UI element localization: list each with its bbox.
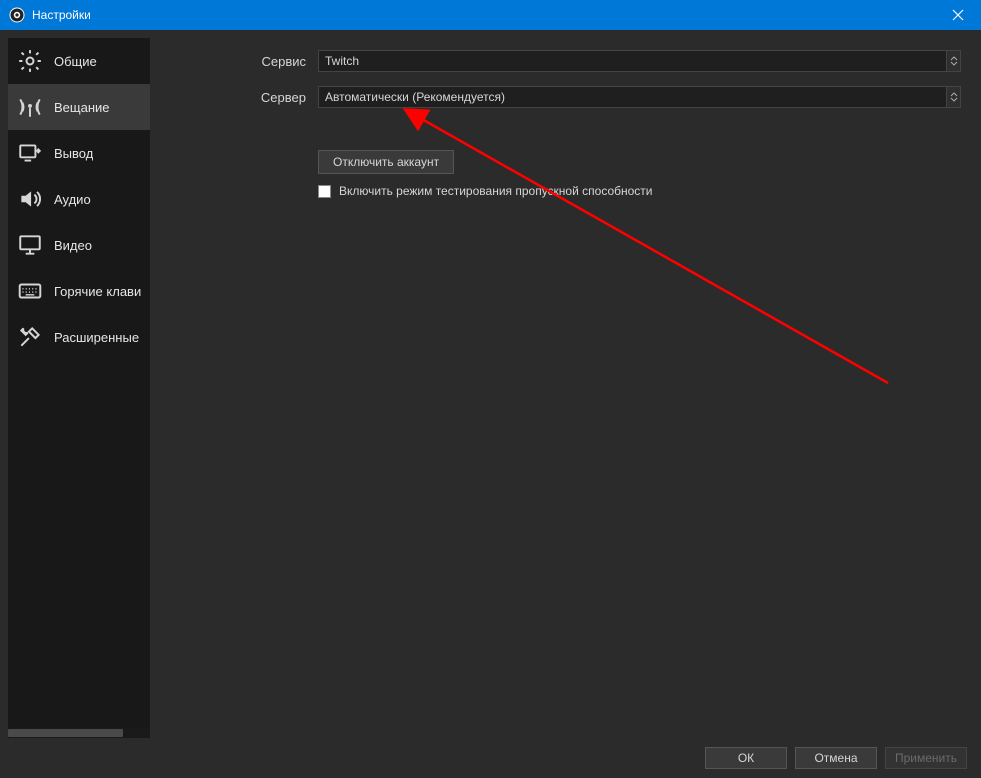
- bandwidth-test-row: Включить режим тестирования пропускной с…: [318, 184, 961, 198]
- sidebar-item-general[interactable]: Общие: [8, 38, 150, 84]
- server-value: Автоматически (Рекомендуется): [325, 90, 954, 104]
- antenna-icon: [16, 93, 44, 121]
- tools-icon: [16, 323, 44, 351]
- sidebar-item-video[interactable]: Видео: [8, 222, 150, 268]
- service-dropdown[interactable]: Twitch: [318, 50, 961, 72]
- output-icon: [16, 139, 44, 167]
- cancel-button[interactable]: Отмена: [795, 747, 877, 769]
- settings-sidebar: Общие Вещание Вывод Аудио: [8, 38, 150, 738]
- sidebar-item-label: Видео: [54, 238, 92, 253]
- obs-app-icon: [8, 6, 26, 24]
- sidebar-item-stream[interactable]: Вещание: [8, 84, 150, 130]
- sidebar-item-audio[interactable]: Аудио: [8, 176, 150, 222]
- window-close-button[interactable]: [935, 0, 981, 30]
- bandwidth-test-label: Включить режим тестирования пропускной с…: [339, 184, 653, 198]
- dropdown-spin-icon: [946, 87, 960, 107]
- monitor-icon: [16, 231, 44, 259]
- sidebar-item-advanced[interactable]: Расширенные: [8, 314, 150, 360]
- service-row: Сервис Twitch: [158, 50, 961, 72]
- scrollbar-thumb[interactable]: [8, 729, 123, 737]
- service-label: Сервис: [158, 54, 318, 69]
- sidebar-item-output[interactable]: Вывод: [8, 130, 150, 176]
- apply-button[interactable]: Применить: [885, 747, 967, 769]
- server-row: Сервер Автоматически (Рекомендуется): [158, 86, 961, 108]
- sidebar-item-label: Вещание: [54, 100, 110, 115]
- window-title: Настройки: [32, 8, 935, 22]
- sidebar-item-label: Аудио: [54, 192, 91, 207]
- sidebar-item-label: Горячие клавиши: [54, 284, 142, 299]
- sidebar-item-label: Вывод: [54, 146, 93, 161]
- server-label: Сервер: [158, 90, 318, 105]
- window-titlebar: Настройки: [0, 0, 981, 30]
- sidebar-item-label: Расширенные: [54, 330, 139, 345]
- settings-content: Сервис Twitch Сервер Автоматически (Реко…: [158, 38, 973, 738]
- dialog-footer: ОК Отмена Применить: [0, 738, 981, 778]
- keyboard-icon: [16, 277, 44, 305]
- ok-button[interactable]: ОК: [705, 747, 787, 769]
- gear-icon: [16, 47, 44, 75]
- sidebar-item-label: Общие: [54, 54, 97, 69]
- speaker-icon: [16, 185, 44, 213]
- bandwidth-test-checkbox[interactable]: [318, 185, 331, 198]
- service-value: Twitch: [325, 54, 954, 68]
- sidebar-item-hotkeys[interactable]: Горячие клавиши: [8, 268, 150, 314]
- sidebar-horizontal-scrollbar[interactable]: [8, 728, 150, 738]
- server-dropdown[interactable]: Автоматически (Рекомендуется): [318, 86, 961, 108]
- dropdown-spin-icon: [946, 51, 960, 71]
- disconnect-account-button[interactable]: Отключить аккаунт: [318, 150, 454, 174]
